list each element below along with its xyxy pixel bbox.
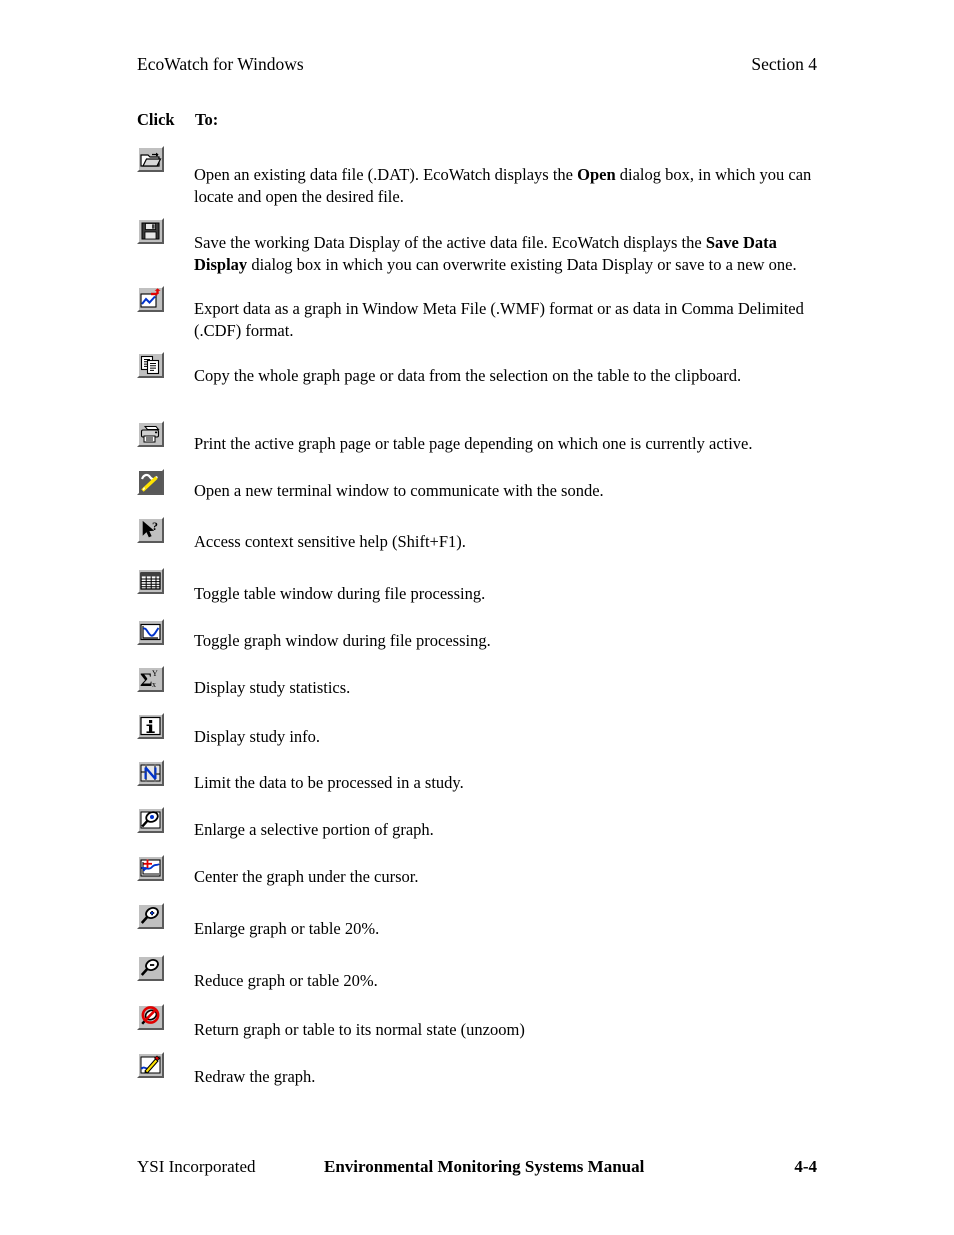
toolbar-button-toggle-table[interactable]	[137, 568, 164, 594]
toolbar-button-description: Toggle table window during file processi…	[194, 584, 486, 603]
toolbar-button-description: Export data as a graph in Window Meta Fi…	[194, 299, 804, 340]
copy-clipboard-icon	[139, 354, 162, 376]
toolbar-button-description: Open an existing data file (.DAT). EcoWa…	[194, 165, 812, 206]
svg-text:?: ?	[152, 519, 158, 533]
footer-company: YSI Incorporated	[137, 1157, 256, 1176]
toolbar-button-description: Enlarge graph or table 20%.	[194, 919, 380, 938]
svg-text:Y: Y	[152, 669, 158, 678]
toolbar-button-description: Access context sensitive help (Shift+F1)…	[194, 532, 466, 551]
toolbar-button-center-graph[interactable]	[137, 855, 164, 881]
terminal-window-icon	[139, 471, 162, 493]
toolbar-button-description: Reduce graph or table 20%.	[194, 971, 378, 990]
toolbar-button-print[interactable]	[137, 421, 164, 447]
svg-text:x: x	[152, 680, 156, 689]
running-head: EcoWatch for Windows Section 4	[137, 53, 817, 75]
toolbar-button-terminal-window[interactable]	[137, 469, 164, 495]
running-head-section: Section 4	[751, 54, 817, 74]
toolbar-button-limit-data[interactable]	[137, 760, 164, 786]
toolbar-button-toggle-graph[interactable]	[137, 619, 164, 645]
study-statistics-icon: Σ Y x	[139, 668, 162, 690]
redraw-graph-icon	[139, 1054, 162, 1076]
toolbar-button-copy-clipboard[interactable]	[137, 352, 164, 378]
toggle-table-icon	[139, 570, 162, 592]
toolbar-button-study-info[interactable]	[137, 713, 164, 739]
toolbar-button-description: Open a new terminal window to communicat…	[194, 481, 604, 500]
toolbar-button-description: Redraw the graph.	[194, 1067, 316, 1086]
zoom-out-icon	[139, 957, 162, 979]
toolbar-button-unzoom[interactable]	[137, 1004, 164, 1030]
zoom-in-icon	[139, 905, 162, 927]
column-header-click: Click	[137, 110, 175, 129]
toggle-graph-icon	[139, 621, 162, 643]
column-header-to: To:	[195, 110, 219, 129]
toolbar-button-open-folder[interactable]	[137, 146, 164, 172]
footer-page-number: 4-4	[794, 1157, 817, 1176]
context-help-icon: ?	[139, 519, 162, 541]
toolbar-button-description: Toggle graph window during file processi…	[194, 631, 491, 650]
toolbar-button-description: Copy the whole graph page or data from t…	[194, 366, 742, 385]
toolbar-button-save-floppy-disk[interactable]	[137, 218, 164, 244]
limit-data-icon	[139, 762, 162, 784]
save-floppy-disk-icon	[139, 220, 162, 242]
toolbar-button-zoom-selection[interactable]	[137, 807, 164, 833]
toolbar-button-description: Print the active graph page or table pag…	[194, 434, 753, 453]
toolbar-button-description: Enlarge a selective portion of graph.	[194, 820, 434, 839]
unzoom-icon	[139, 1006, 162, 1028]
running-head-title: EcoWatch for Windows	[137, 54, 304, 74]
toolbar-button-description: Return graph or table to its normal stat…	[194, 1020, 525, 1039]
export-graph-icon	[139, 288, 162, 310]
study-info-icon	[139, 715, 162, 737]
toolbar-button-redraw-graph[interactable]	[137, 1052, 164, 1078]
toolbar-button-export-graph[interactable]	[137, 286, 164, 312]
print-icon	[139, 423, 162, 445]
toolbar-button-description: Display study info.	[194, 727, 321, 746]
toolbar-button-description: Center the graph under the cursor.	[194, 867, 419, 886]
toolbar-button-description: Display study statistics.	[194, 678, 351, 697]
toolbar-button-description: Save the working Data Display of the act…	[194, 233, 797, 274]
toolbar-button-zoom-in[interactable]	[137, 903, 164, 929]
toolbar-button-description: Limit the data to be processed in a stud…	[194, 773, 464, 792]
toolbar-button-zoom-out[interactable]	[137, 955, 164, 981]
open-folder-icon	[139, 148, 162, 170]
center-graph-icon	[139, 857, 162, 879]
document-page: EcoWatch for Windows Section 4 Click To:…	[0, 0, 954, 1235]
toolbar-button-context-help[interactable]: ?	[137, 517, 164, 543]
svg-text:Σ: Σ	[140, 670, 152, 690]
zoom-selection-icon	[139, 809, 162, 831]
footer-title: Environmental Monitoring Systems Manual	[324, 1157, 645, 1176]
toolbar-button-study-statistics[interactable]: Σ Y x	[137, 666, 164, 692]
